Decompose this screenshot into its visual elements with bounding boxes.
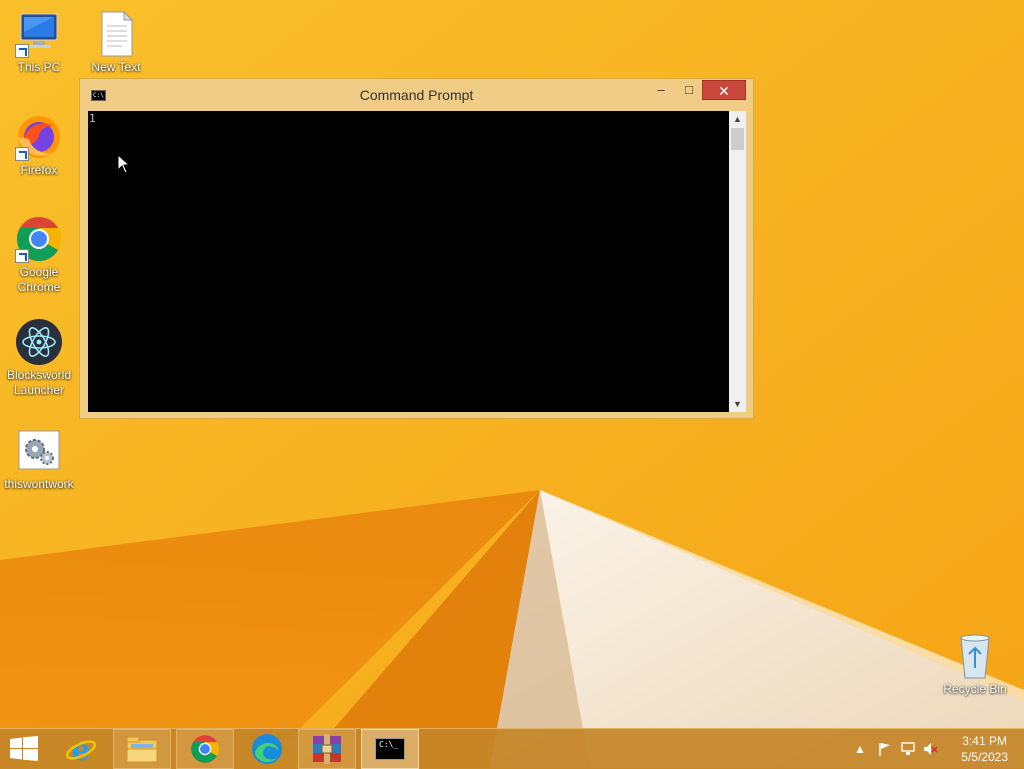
desktop-icon-label: Firefox	[20, 163, 58, 177]
settings-file-icon	[15, 427, 63, 475]
taskbar-edge[interactable]	[238, 729, 296, 769]
scroll-up-arrow-icon[interactable]: ▲	[729, 111, 746, 127]
desktop-icon-label: This PC	[17, 60, 61, 74]
show-hidden-icons-chevron-up-icon[interactable]: ▲	[852, 741, 868, 757]
console-area[interactable]: 1	[88, 111, 729, 412]
taskbar-internet-explorer[interactable]: e	[52, 729, 110, 769]
electron-icon	[15, 318, 63, 366]
desktop-icon-label: Blocksworld Launcher	[6, 368, 72, 397]
computer-icon	[15, 10, 63, 58]
desktop-icon-label: New Text Document	[91, 60, 141, 74]
cmd-icon: C:\_	[375, 738, 405, 760]
clock-time: 3:41 PM	[962, 734, 1007, 748]
winrar-icon	[313, 734, 341, 764]
windows-start-icon	[10, 736, 38, 761]
desktop-icon-firefox[interactable]: Firefox	[1, 113, 77, 178]
desktop-icon-this-pc[interactable]: This PC	[1, 10, 77, 75]
mouse-pointer-icon	[117, 154, 131, 174]
desktop-icon-blocksworld-launcher[interactable]: Blocksworld Launcher	[1, 318, 77, 398]
volume-muted-icon[interactable]	[922, 741, 938, 757]
shortcut-arrow-icon	[15, 249, 29, 263]
vertical-scrollbar[interactable]: ▲ ▼	[729, 111, 746, 412]
file-explorer-icon	[126, 736, 158, 763]
start-button[interactable]	[0, 729, 48, 769]
recycle-bin-icon	[955, 632, 995, 679]
scroll-down-arrow-icon[interactable]: ▼	[729, 396, 746, 412]
svg-text:e: e	[71, 733, 90, 765]
clock[interactable]: 3:41 PM 5/5/2023	[961, 733, 1008, 765]
desktop-icon-label: thiswontwork	[4, 477, 74, 491]
minimize-button[interactable]: –	[648, 80, 674, 100]
desktop-icon-recycle-bin[interactable]: Recycle Bin	[937, 632, 1013, 697]
shortcut-arrow-icon	[15, 44, 29, 58]
console-output: 1	[89, 112, 96, 125]
desktop-icon-thiswontwork[interactable]: thiswontwork	[1, 427, 77, 492]
desktop-icon-label: Recycle Bin	[943, 682, 1007, 696]
clock-date: 5/5/2023	[961, 750, 1008, 764]
taskbar-file-explorer[interactable]	[113, 729, 171, 769]
chrome-icon	[15, 215, 63, 263]
text-document-icon	[92, 10, 140, 58]
desktop-icon-google-chrome[interactable]: Google Chrome	[1, 215, 77, 295]
maximize-button[interactable]: □	[676, 80, 702, 100]
firefox-icon	[15, 113, 63, 161]
taskbar-winrar[interactable]	[298, 729, 356, 769]
taskbar-command-prompt[interactable]: C:\_	[361, 729, 419, 769]
edge-icon	[252, 734, 282, 764]
scroll-thumb[interactable]	[731, 128, 744, 150]
desktop-icon-new-text-document[interactable]: New Text Document	[78, 10, 154, 75]
internet-explorer-icon: e	[65, 733, 97, 765]
network-icon[interactable]	[900, 741, 916, 757]
desktop-icon-label: Google Chrome	[17, 265, 61, 294]
taskbar-chrome[interactable]	[176, 729, 234, 769]
window-titlebar[interactable]: C:\ Command Prompt – □ ✕	[80, 79, 753, 111]
command-prompt-window[interactable]: C:\ Command Prompt – □ ✕ 1 ▲ ▼	[79, 78, 754, 419]
close-button[interactable]: ✕	[702, 80, 746, 100]
shortcut-arrow-icon	[15, 147, 29, 161]
taskbar: e C:\_ ▲ 3:41 PM 5/5/2023	[0, 728, 1024, 769]
system-tray: ▲ 3:41 PM 5/5/2023	[844, 729, 1024, 769]
chrome-icon	[191, 735, 220, 763]
action-center-flag-icon[interactable]	[877, 741, 893, 757]
